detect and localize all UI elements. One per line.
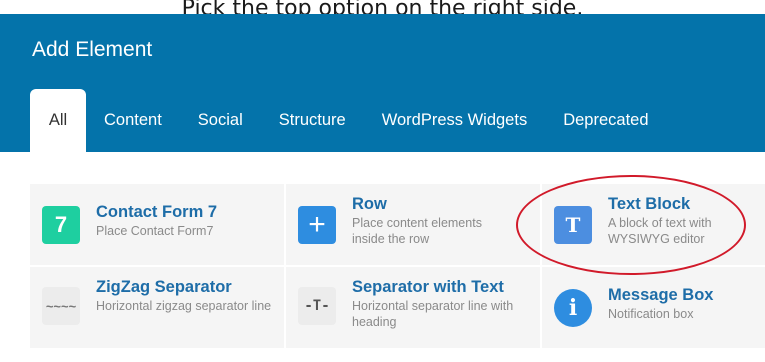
tab-content[interactable]: Content xyxy=(86,89,180,152)
zigzag-icon: ~~~~ xyxy=(42,287,80,325)
separator-text-icon: -T- xyxy=(298,287,336,325)
element-title: Message Box xyxy=(608,286,714,304)
plus-icon: + xyxy=(298,206,336,244)
element-title: Separator with Text xyxy=(352,278,504,296)
tab-all[interactable]: All xyxy=(30,89,86,152)
element-description: Horizontal separator line with heading xyxy=(352,299,514,329)
element-zigzag-separator[interactable]: ~~~~ ZigZag Separator Horizontal zigzag … xyxy=(30,267,284,348)
element-separator-with-text[interactable]: -T- Separator with Text Horizontal separ… xyxy=(286,267,540,348)
element-grid: 7 Contact Form 7 Place Contact Form7 + R… xyxy=(30,184,765,348)
element-title: Row xyxy=(352,195,387,213)
info-icon: i xyxy=(554,289,592,327)
element-description: Place Contact Form7 xyxy=(96,224,214,238)
contact-form-7-icon: 7 xyxy=(42,206,80,244)
tab-social[interactable]: Social xyxy=(180,89,261,152)
panel-title: Add Element xyxy=(32,38,153,61)
add-element-header: Add Element All Content Social Structure… xyxy=(0,14,765,152)
element-description: Horizontal zigzag separator line xyxy=(96,299,272,313)
category-tabs: All Content Social Structure WordPress W… xyxy=(30,89,667,152)
element-title: Contact Form 7 xyxy=(96,203,218,221)
text-t-icon: T xyxy=(554,206,592,244)
element-message-box[interactable]: i Message Box Notification box xyxy=(542,267,765,348)
tab-deprecated[interactable]: Deprecated xyxy=(545,89,666,152)
element-title: ZigZag Separator xyxy=(96,278,232,296)
element-title: Text Block xyxy=(608,195,691,213)
element-description: A block of text with WYSIWYG editor xyxy=(608,216,712,246)
element-description: Place content elements inside the row xyxy=(352,216,482,246)
element-contact-form-7[interactable]: 7 Contact Form 7 Place Contact Form7 xyxy=(30,184,284,265)
element-text-block[interactable]: T Text Block A block of text with WYSIWY… xyxy=(542,184,765,265)
element-row[interactable]: + Row Place content elements inside the … xyxy=(286,184,540,265)
tab-wordpress-widgets[interactable]: WordPress Widgets xyxy=(364,89,546,152)
element-description: Notification box xyxy=(608,307,694,321)
tab-structure[interactable]: Structure xyxy=(261,89,364,152)
